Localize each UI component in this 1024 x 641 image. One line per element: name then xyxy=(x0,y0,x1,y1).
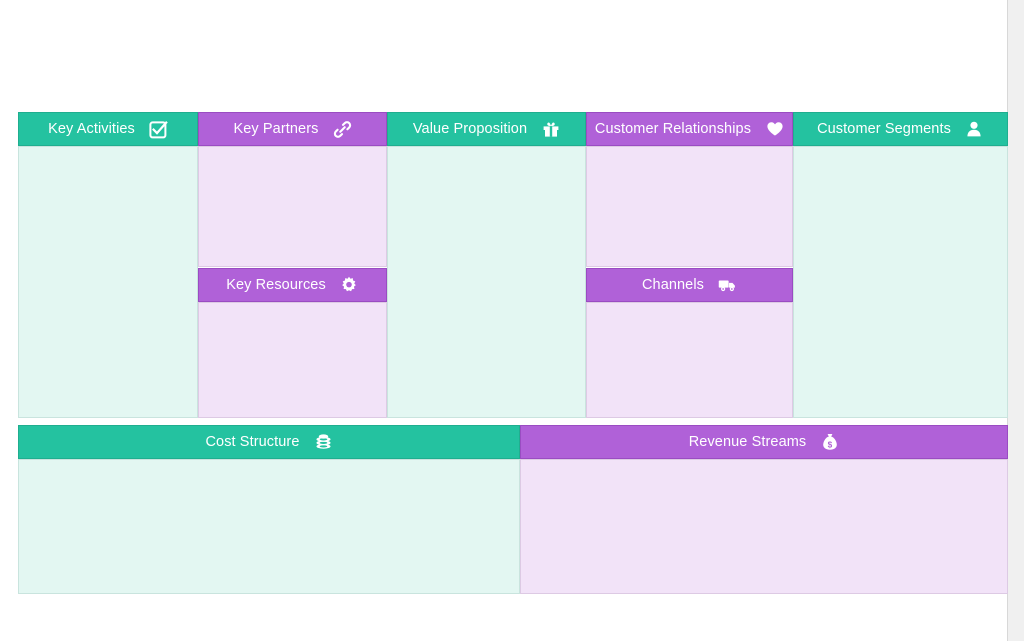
block-title-customer-relationships: Customer Relationships xyxy=(594,120,752,137)
checkbox-checked-icon xyxy=(149,120,168,139)
block-title-key-activities: Key Activities xyxy=(48,120,135,137)
block-body-key-partners[interactable] xyxy=(198,146,387,267)
block-header-value-proposition[interactable]: Value Proposition xyxy=(387,112,586,146)
block-title-revenue-streams: Revenue Streams xyxy=(688,433,807,450)
gear-icon xyxy=(340,276,359,295)
heart-icon xyxy=(765,120,784,139)
block-body-customer-segments[interactable] xyxy=(793,146,1008,418)
coins-stack-icon xyxy=(314,433,333,452)
gift-icon xyxy=(541,120,560,139)
block-title-value-proposition: Value Proposition xyxy=(412,120,528,137)
block-header-key-activities[interactable]: Key Activities xyxy=(18,112,198,146)
block-body-cost-structure[interactable] xyxy=(18,459,520,594)
block-header-cost-structure[interactable]: Cost Structure xyxy=(18,425,520,459)
block-title-channels: Channels xyxy=(641,276,705,293)
link-icon xyxy=(333,120,352,139)
block-title-customer-segments: Customer Segments xyxy=(817,120,951,137)
block-header-channels[interactable]: Channels xyxy=(586,268,793,302)
block-body-revenue-streams[interactable] xyxy=(520,459,1008,594)
block-body-key-activities[interactable] xyxy=(18,146,198,418)
block-title-key-resources: Key Resources xyxy=(226,276,326,293)
money-bag-icon: $ xyxy=(820,433,839,452)
block-title-cost-structure: Cost Structure xyxy=(205,433,300,450)
svg-text:$: $ xyxy=(827,440,832,449)
block-title-key-partners: Key Partners xyxy=(233,120,319,137)
block-header-revenue-streams[interactable]: Revenue Streams $ xyxy=(520,425,1008,459)
block-header-key-partners[interactable]: Key Partners xyxy=(198,112,387,146)
block-header-customer-segments[interactable]: Customer Segments xyxy=(793,112,1008,146)
block-body-value-proposition[interactable] xyxy=(387,146,586,418)
block-body-key-resources[interactable] xyxy=(198,302,387,418)
block-body-customer-relationships[interactable] xyxy=(586,146,793,267)
truck-icon xyxy=(718,276,737,295)
block-header-customer-relationships[interactable]: Customer Relationships xyxy=(586,112,793,146)
business-model-canvas: Key Activities Key Partners Key Resource… xyxy=(18,112,1008,594)
block-body-channels[interactable] xyxy=(586,302,793,418)
page-sheet: Key Activities Key Partners Key Resource… xyxy=(0,0,1008,641)
user-icon xyxy=(965,120,984,139)
block-header-key-resources[interactable]: Key Resources xyxy=(198,268,387,302)
